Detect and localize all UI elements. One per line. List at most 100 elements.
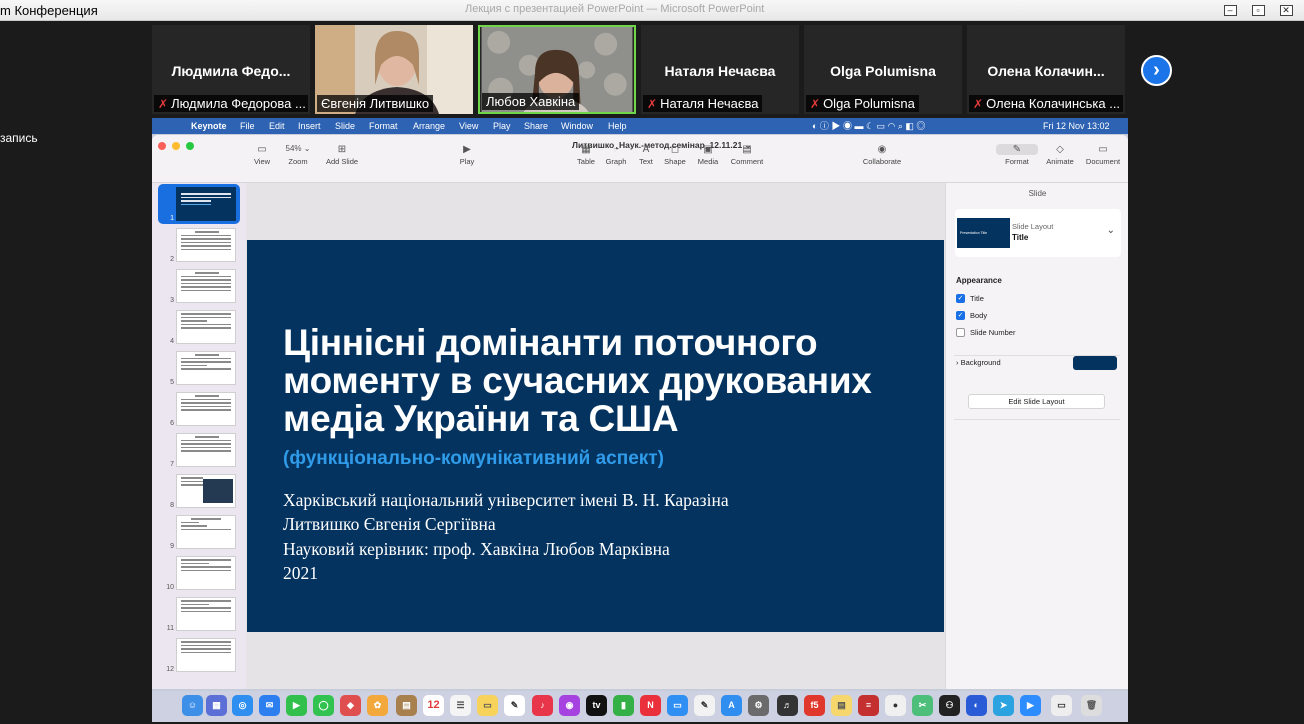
mail-icon[interactable]: ✉ xyxy=(259,695,280,716)
menu-window[interactable]: Window xyxy=(561,118,593,134)
maps-icon[interactable]: ◆ xyxy=(340,695,361,716)
slide-layout-selector[interactable]: Presentation Title Slide Layout Title ⌄ xyxy=(955,209,1121,257)
slide-canvas[interactable]: Ціннісні домінанти поточного моменту в с… xyxy=(246,183,945,689)
minimize-button[interactable]: – xyxy=(1216,1,1244,18)
facetime-icon[interactable]: ▶ xyxy=(286,695,307,716)
menu-share[interactable]: Share xyxy=(524,118,548,134)
numbers-icon[interactable]: ▮ xyxy=(613,695,634,716)
format-icon[interactable]: ✎ xyxy=(996,144,1038,155)
participant-tile[interactable]: Олена Колачин... ✗ Олена Колачинська ... xyxy=(967,25,1125,114)
background-disclosure[interactable]: › Background xyxy=(956,358,1001,367)
podcasts-icon[interactable]: ◉ xyxy=(559,695,580,716)
maximize-button[interactable]: ▫ xyxy=(1244,1,1272,18)
calendar-icon[interactable]: 12 xyxy=(423,695,444,716)
app-icon[interactable]: ⚇ xyxy=(939,695,960,716)
finder-icon[interactable]: ☺ xyxy=(182,695,203,716)
zoom-icon[interactable]: ▶ xyxy=(1020,695,1041,716)
todoist-icon[interactable]: ≡ xyxy=(858,695,879,716)
comment-button[interactable]: Comment xyxy=(722,157,772,166)
slide-title[interactable]: Ціннісні домінанти поточного моменту в с… xyxy=(283,324,923,438)
active-speaker-tile[interactable]: Любов Хавкіна xyxy=(478,25,636,114)
document-button[interactable]: Document xyxy=(1078,157,1128,166)
document-icon[interactable]: ▭ xyxy=(1078,144,1128,155)
tv-icon[interactable]: tv xyxy=(586,695,607,716)
chevron-down-icon[interactable]: ⌄ xyxy=(1107,225,1115,236)
body-checkbox[interactable]: ✓ xyxy=(956,311,965,320)
slide-thumbnail[interactable] xyxy=(176,638,236,672)
edit-slide-layout-button[interactable]: Edit Slide Layout xyxy=(968,394,1105,409)
photos-icon[interactable]: ✿ xyxy=(367,695,388,716)
menu-app[interactable]: Keynote xyxy=(191,118,227,134)
settings-icon[interactable]: ⚙ xyxy=(748,695,769,716)
news-icon[interactable]: N xyxy=(640,695,661,716)
telegram-icon[interactable]: ➤ xyxy=(993,695,1014,716)
current-slide[interactable]: Ціннісні домінанти поточного моменту в с… xyxy=(247,240,944,632)
play-icon[interactable]: ▶ xyxy=(442,144,492,155)
window-minimize-icon[interactable] xyxy=(172,142,180,150)
stickies-icon[interactable]: ▤ xyxy=(831,695,852,716)
add-slide-icon[interactable]: ⊞ xyxy=(317,144,367,155)
slide-body-line: Литвишко Євгенія Сергіївна xyxy=(283,514,496,535)
window-close-icon[interactable] xyxy=(158,142,166,150)
trash-icon[interactable]: 🗑 xyxy=(1081,695,1102,716)
slide-thumbnail[interactable] xyxy=(176,392,236,426)
slide-thumbnail[interactable] xyxy=(176,351,236,385)
messages-icon[interactable]: ◯ xyxy=(313,695,334,716)
background-color-well[interactable] xyxy=(1073,356,1117,370)
safari-icon[interactable]: ◎ xyxy=(232,695,253,716)
slide-thumbnail[interactable] xyxy=(176,515,236,549)
zoom-button[interactable]: Zoom xyxy=(273,157,323,166)
music-icon[interactable]: ♪ xyxy=(532,695,553,716)
freeform-icon[interactable]: ✎ xyxy=(504,695,525,716)
collaborate-icon[interactable]: ◉ xyxy=(857,144,907,155)
slide-body[interactable]: Харківський національний університет іме… xyxy=(283,488,729,585)
pages-icon[interactable]: ✎ xyxy=(694,695,715,716)
reminders-icon[interactable]: ☰ xyxy=(450,695,471,716)
participant-video-tile[interactable]: Євгенія Литвишко xyxy=(315,25,473,114)
app-icon[interactable]: ✂ xyxy=(912,695,933,716)
collaborate-button[interactable]: Collaborate xyxy=(857,157,907,166)
app-store-icon[interactable]: A xyxy=(721,695,742,716)
title-checkbox[interactable]: ✓ xyxy=(956,294,965,303)
slide-thumbnail[interactable] xyxy=(176,228,236,262)
menu-arrange[interactable]: Arrange xyxy=(413,118,445,134)
downloads-icon[interactable]: ▭ xyxy=(1051,695,1072,716)
app-icon[interactable]: ● xyxy=(885,695,906,716)
menu-help[interactable]: Help xyxy=(608,118,627,134)
launchpad-icon[interactable]: ▦ xyxy=(206,695,227,716)
f5-icon[interactable]: f5 xyxy=(804,695,825,716)
menu-edit[interactable]: Edit xyxy=(269,118,285,134)
slide-thumbnail[interactable] xyxy=(176,474,236,508)
menu-format[interactable]: Format xyxy=(369,118,398,134)
participant-tile[interactable]: Людмила Федо... ✗ Людмила Федорова ... xyxy=(152,25,310,114)
slide-number-checkbox[interactable] xyxy=(956,328,965,337)
slide-thumbnail[interactable] xyxy=(176,597,236,631)
app-icon[interactable]: ◐ xyxy=(966,695,987,716)
slide-thumbnail[interactable] xyxy=(176,556,236,590)
slide-thumbnail[interactable] xyxy=(176,269,236,303)
app-icon[interactable]: ♬ xyxy=(777,695,798,716)
chevron-right-icon[interactable]: › xyxy=(1141,55,1172,86)
keynote-dock-icon[interactable]: ▭ xyxy=(667,695,688,716)
mac-menubar: Keynote File Edit Insert Slide Format Ar… xyxy=(152,118,1128,134)
slide-number: 7 xyxy=(170,461,174,468)
comment-icon[interactable]: ▤ xyxy=(722,144,772,155)
zoom-select[interactable]: 54% ⌄ xyxy=(273,144,323,153)
slide-thumbnail[interactable] xyxy=(176,310,236,344)
menu-play[interactable]: Play xyxy=(493,118,511,134)
play-button[interactable]: Play xyxy=(442,157,492,166)
slide-thumbnail[interactable] xyxy=(176,187,236,221)
contacts-icon[interactable]: ▤ xyxy=(396,695,417,716)
slide-thumbnail[interactable] xyxy=(176,433,236,467)
participant-tile[interactable]: Olga Polumisna ✗ Olga Polumisna xyxy=(804,25,962,114)
slide-subtitle[interactable]: (функціонально-комунікативний аспект) xyxy=(283,448,664,470)
menu-insert[interactable]: Insert xyxy=(298,118,321,134)
add-slide-button[interactable]: Add Slide xyxy=(317,157,367,166)
participant-tile[interactable]: Наталя Нечаєва ✗ Наталя Нечаєва xyxy=(641,25,799,114)
close-button[interactable]: ✕ xyxy=(1272,1,1300,18)
menu-slide[interactable]: Slide xyxy=(335,118,355,134)
menu-file[interactable]: File xyxy=(240,118,255,134)
window-zoom-icon[interactable] xyxy=(186,142,194,150)
notes-icon[interactable]: ▭ xyxy=(477,695,498,716)
menu-view[interactable]: View xyxy=(459,118,478,134)
